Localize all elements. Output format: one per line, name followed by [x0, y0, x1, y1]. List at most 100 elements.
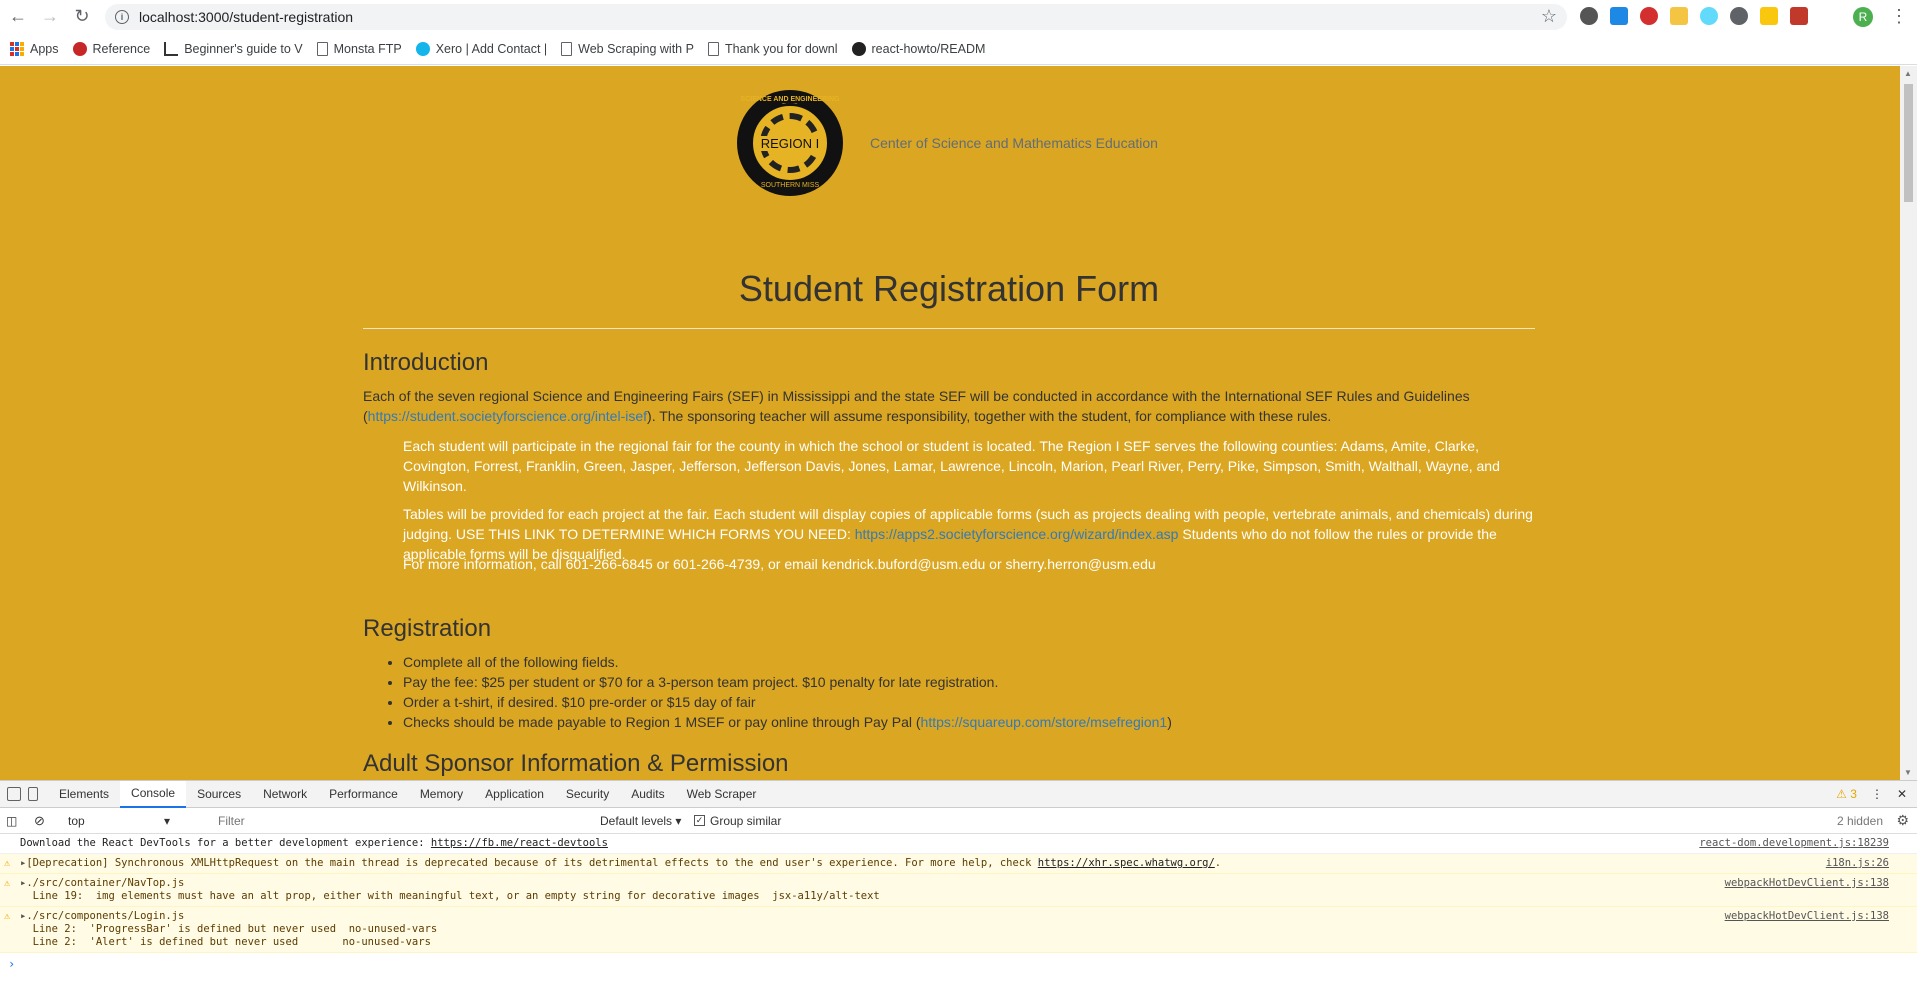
tab-elements[interactable]: Elements: [48, 781, 120, 808]
browser-menu-icon[interactable]: ⋮: [1890, 6, 1908, 27]
logo-emblem: REGION I: [750, 103, 830, 183]
close-icon[interactable]: ✕: [1897, 787, 1907, 801]
page-scrollbar[interactable]: ▲ ▼: [1900, 66, 1917, 780]
message-source-link[interactable]: react-dom.development.js:18239: [1699, 837, 1889, 850]
counties-note: Each student will participate in the reg…: [403, 438, 1500, 494]
bookmark-thank-you[interactable]: Thank you for downl: [707, 41, 838, 56]
message-source-link[interactable]: webpackHotDevClient.js:138: [1725, 910, 1889, 923]
region-logo: SCIENCE AND ENGINEERING FAIR REGION I SO…: [737, 90, 843, 196]
apps-grid-icon: [10, 41, 24, 56]
bookmark-web-scraping[interactable]: Web Scraping with P: [561, 41, 694, 56]
list-item: Order a t-shirt, if desired. $10 pre-ord…: [403, 692, 1172, 712]
extension-icons: [1580, 7, 1808, 25]
chart-icon: [164, 41, 179, 56]
console-message: Download the React DevTools for a better…: [0, 834, 1917, 854]
page-icon: [561, 41, 573, 56]
tab-memory[interactable]: Memory: [409, 781, 474, 808]
tab-console[interactable]: Console: [120, 780, 187, 808]
center-name: Center of Science and Mathematics Educat…: [870, 135, 1158, 151]
bookmark-monsta-ftp[interactable]: Monsta FTP: [316, 41, 402, 56]
introduction-heading: Introduction: [363, 349, 489, 376]
context-select[interactable]: top ▾: [38, 814, 176, 828]
bookmark-xero[interactable]: Xero | Add Contact |: [415, 41, 547, 56]
console-warning: ⚠ ▸./src/container/NavTop.js Line 19: img…: [0, 874, 1917, 907]
bookmark-star-icon[interactable]: ☆: [1541, 6, 1557, 27]
inspect-element-icon[interactable]: [7, 787, 21, 801]
xero-icon: [415, 41, 430, 56]
profile-avatar[interactable]: R: [1853, 7, 1873, 27]
scroll-up-icon[interactable]: ▲: [1904, 69, 1912, 78]
page-title: Student Registration Form: [738, 268, 1160, 309]
square-store-link[interactable]: https://squareup.com/store/msefregion1: [921, 714, 1168, 730]
tab-network[interactable]: Network: [252, 781, 318, 808]
console-warning: ⚠ ▸./src/components/Login.js Line 2: 'Pro…: [0, 907, 1917, 953]
reference-icon: [72, 41, 87, 56]
scroll-thumb[interactable]: [1904, 84, 1913, 202]
title-divider: [363, 328, 1535, 329]
scroll-down-icon[interactable]: ▼: [1904, 768, 1912, 777]
extension-info-icon[interactable]: [1730, 7, 1748, 25]
bookmark-apps[interactable]: Apps: [10, 41, 59, 56]
xhr-spec-link[interactable]: https://xhr.spec.whatwg.org/: [1038, 857, 1215, 869]
bookmark-react-howto[interactable]: react-howto/READM: [851, 41, 985, 56]
console-warning: ⚠ ▸[Deprecation] Synchronous XMLHttpReque…: [0, 854, 1917, 874]
registration-list: Complete all of the following fields. Pa…: [403, 652, 1172, 732]
gear-icon[interactable]: ⚙: [1896, 812, 1909, 829]
console-filter-input[interactable]: [210, 811, 590, 830]
page-icon: [707, 41, 719, 56]
sidebar-toggle-icon[interactable]: ◫: [6, 814, 17, 828]
registration-heading: Registration: [363, 615, 492, 642]
extension-gear-icon[interactable]: [1580, 7, 1598, 25]
page-viewport: SCIENCE AND ENGINEERING FAIR REGION I SO…: [0, 66, 1917, 780]
isef-link[interactable]: https://student.societyforscience.org/in…: [368, 408, 647, 424]
list-item: Complete all of the following fields.: [403, 652, 1172, 672]
forms-wizard-link[interactable]: https://apps2.societyforscience.org/wiza…: [855, 526, 1179, 542]
extension-screen-icon[interactable]: [1610, 7, 1628, 25]
url-text[interactable]: localhost:3000/student-registration: [139, 9, 353, 25]
warning-count-badge[interactable]: ⚠ 3: [1836, 787, 1857, 801]
devtools-menu-icon[interactable]: ⋮: [1871, 787, 1883, 801]
bookmark-reference[interactable]: Reference: [72, 41, 150, 56]
tab-sources[interactable]: Sources: [186, 781, 252, 808]
bookmarks-bar: Apps Reference Beginner's guide to V Mon…: [0, 33, 1917, 65]
console-prompt[interactable]: ›: [0, 953, 1917, 971]
reload-icon[interactable]: ↻: [68, 3, 96, 31]
tab-application[interactable]: Application: [474, 781, 555, 808]
logo-bottom-text: SOUTHERN MISS: [760, 182, 820, 189]
page-icon: [316, 41, 328, 56]
checkbox-checked-icon[interactable]: ✓: [694, 815, 705, 826]
back-icon[interactable]: ←: [4, 3, 32, 31]
sponsor-heading: Adult Sponsor Information & Permission: [363, 750, 789, 777]
extension-tag-icon[interactable]: [1760, 7, 1778, 25]
react-devtools-link[interactable]: https://fb.me/react-devtools: [431, 837, 608, 849]
site-header: SCIENCE AND ENGINEERING FAIR REGION I SO…: [737, 90, 1158, 196]
device-toolbar-icon[interactable]: [28, 787, 38, 801]
address-bar[interactable]: i localhost:3000/student-registration ☆: [105, 4, 1567, 30]
extension-pen-icon[interactable]: [1670, 7, 1688, 25]
contact-note: For more information, call 601-266-6845 …: [403, 556, 1156, 572]
tab-audits[interactable]: Audits: [620, 781, 675, 808]
devtools-panel: Elements Console Sources Network Perform…: [0, 780, 1917, 1003]
chevron-down-icon: ▾: [163, 813, 170, 828]
tab-security[interactable]: Security: [555, 781, 620, 808]
log-levels-select[interactable]: Default levels ▾: [600, 814, 681, 828]
extension-grid-icon[interactable]: [1790, 7, 1808, 25]
warning-icon: ⚠: [4, 858, 11, 869]
info-icon[interactable]: i: [115, 10, 129, 24]
message-source-link[interactable]: webpackHotDevClient.js:138: [1725, 877, 1889, 890]
warning-icon: ⚠: [4, 878, 11, 889]
forward-icon[interactable]: →: [36, 3, 64, 31]
warning-icon: ⚠: [4, 911, 11, 922]
extension-react-icon[interactable]: [1700, 7, 1718, 25]
group-similar-toggle[interactable]: ✓ Group similar: [694, 814, 781, 828]
tab-web-scraper[interactable]: Web Scraper: [676, 781, 768, 808]
message-source-link[interactable]: i18n.js:26: [1826, 857, 1889, 870]
list-item: Pay the fee: $25 per student or $70 for …: [403, 672, 1172, 692]
extension-stop-icon[interactable]: [1640, 7, 1658, 25]
bookmark-beginners-guide[interactable]: Beginner's guide to V: [164, 41, 303, 56]
tab-performance[interactable]: Performance: [318, 781, 409, 808]
logo-region-text: REGION I: [758, 135, 822, 151]
console-output: Download the React DevTools for a better…: [0, 834, 1917, 971]
console-filter-bar: ◫ ⊘ top ▾ Default levels ▾ ✓Group simila…: [0, 808, 1917, 834]
browser-toolbar: ← → ↻ i localhost:3000/student-registrat…: [0, 0, 1917, 33]
